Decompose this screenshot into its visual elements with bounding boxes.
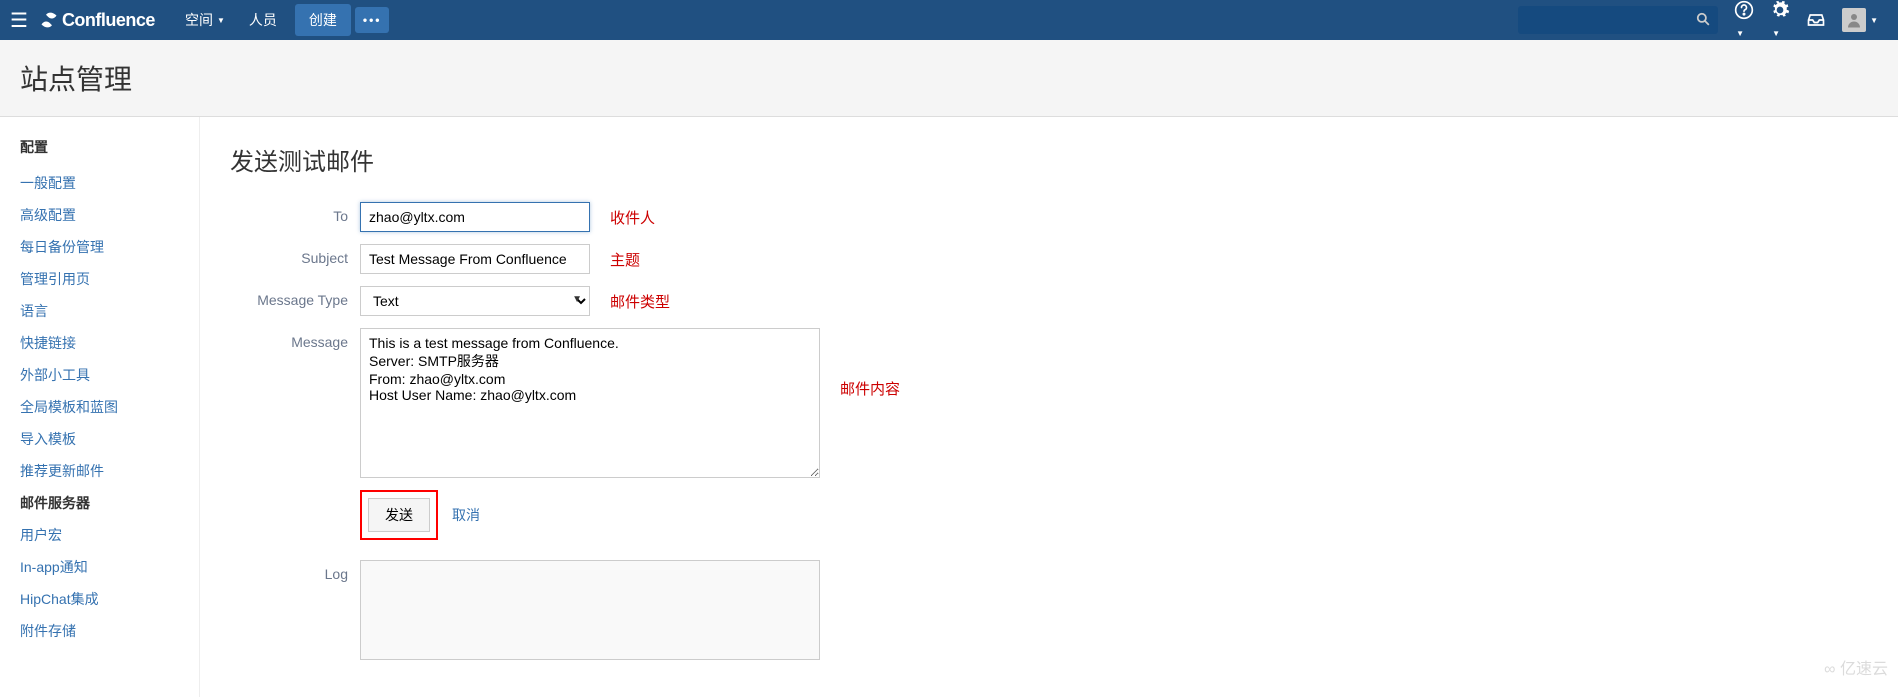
- form-row-subject: Subject 主题: [230, 244, 1868, 274]
- create-button[interactable]: 创建: [295, 4, 351, 36]
- chevron-down-icon: ▼: [1736, 29, 1744, 38]
- send-button[interactable]: 发送: [368, 498, 430, 532]
- sidebar-item-mail-servers[interactable]: 邮件服务器: [20, 487, 199, 519]
- search-wrap: [1518, 6, 1718, 34]
- log-label: Log: [230, 560, 360, 582]
- sidebar-item-templates[interactable]: 全局模板和蓝图: [20, 391, 199, 423]
- avatar-icon: [1842, 8, 1866, 32]
- chevron-down-icon: ▼: [1870, 16, 1878, 25]
- sidebar-item-user-macros[interactable]: 用户宏: [20, 519, 199, 551]
- message-type-select[interactable]: Text: [360, 286, 590, 316]
- to-label: To: [230, 202, 360, 224]
- sidebar-item-hipchat[interactable]: HipChat集成: [20, 583, 199, 615]
- search-icon[interactable]: [1696, 12, 1710, 26]
- brand-text: Confluence: [62, 10, 155, 31]
- form-row-message-type: Message Type Text ▼ 邮件类型: [230, 286, 1868, 316]
- confluence-logo-icon: [40, 11, 58, 29]
- message-type-label: Message Type: [230, 286, 360, 308]
- sidebar-item-inapp-notifications[interactable]: In-app通知: [20, 551, 199, 583]
- nav-spaces[interactable]: 空间 ▼: [173, 0, 237, 40]
- help-icon[interactable]: ▼: [1734, 0, 1754, 41]
- sidebar-item-general-config[interactable]: 一般配置: [20, 167, 199, 199]
- sidebar-heading: 配置: [20, 137, 199, 157]
- log-output: [360, 560, 820, 660]
- annotation-subject: 主题: [610, 244, 640, 270]
- sidebar-item-advanced-config[interactable]: 高级配置: [20, 199, 199, 231]
- sidebar-item-referrers[interactable]: 管理引用页: [20, 263, 199, 295]
- chevron-down-icon: ▼: [1772, 29, 1780, 38]
- nav-spaces-label: 空间: [185, 10, 213, 30]
- sidebar-item-attachment-storage[interactable]: 附件存储: [20, 615, 199, 647]
- main-content: 发送测试邮件 To 收件人 Subject 主题 Message Type Te…: [200, 117, 1898, 697]
- profile-menu[interactable]: ▼: [1842, 8, 1878, 32]
- message-label: Message: [230, 328, 360, 350]
- cancel-link[interactable]: 取消: [452, 505, 480, 525]
- top-navbar: ☰ Confluence 空间 ▼ 人员 创建 ••• ▼ ▼: [0, 0, 1898, 40]
- page-header: 站点管理: [0, 40, 1898, 117]
- form-row-to: To 收件人: [230, 202, 1868, 232]
- content-title: 发送测试邮件: [230, 142, 1868, 177]
- subject-label: Subject: [230, 244, 360, 266]
- sidebar-item-shortcuts[interactable]: 快捷链接: [20, 327, 199, 359]
- sidebar-item-backup[interactable]: 每日备份管理: [20, 231, 199, 263]
- gear-icon[interactable]: ▼: [1770, 0, 1790, 41]
- sidebar-item-recommended-updates[interactable]: 推荐更新邮件: [20, 455, 199, 487]
- main-layout: 配置 一般配置 高级配置 每日备份管理 管理引用页 语言 快捷链接 外部小工具 …: [0, 117, 1898, 697]
- form-row-log: Log: [230, 560, 1868, 660]
- annotation-message: 邮件内容: [840, 328, 900, 399]
- annotation-to: 收件人: [610, 202, 655, 228]
- nav-right: ▼ ▼ ▼: [1518, 0, 1888, 41]
- sidebar-item-language[interactable]: 语言: [20, 295, 199, 327]
- hamburger-icon[interactable]: ☰: [10, 8, 28, 33]
- send-button-highlight: 发送: [360, 490, 438, 540]
- chevron-down-icon: ▼: [217, 16, 225, 25]
- to-field[interactable]: [360, 202, 590, 232]
- nav-left: ☰ Confluence 空间 ▼ 人员 创建 •••: [10, 0, 1518, 40]
- search-input[interactable]: [1518, 6, 1718, 34]
- subject-field[interactable]: [360, 244, 590, 274]
- more-button[interactable]: •••: [355, 7, 390, 33]
- annotation-message-type: 邮件类型: [610, 286, 670, 312]
- page-title: 站点管理: [20, 58, 1878, 98]
- nav-people[interactable]: 人员: [237, 0, 289, 40]
- form-row-message: Message This is a test message from Conf…: [230, 328, 1868, 478]
- sidebar-item-import-templates[interactable]: 导入模板: [20, 423, 199, 455]
- sidebar: 配置 一般配置 高级配置 每日备份管理 管理引用页 语言 快捷链接 外部小工具 …: [0, 117, 200, 697]
- inbox-icon[interactable]: [1806, 10, 1826, 30]
- message-field[interactable]: This is a test message from Confluence. …: [360, 328, 820, 478]
- button-row: 发送 取消: [360, 490, 1868, 540]
- sidebar-item-gadgets[interactable]: 外部小工具: [20, 359, 199, 391]
- confluence-logo[interactable]: Confluence: [40, 10, 155, 31]
